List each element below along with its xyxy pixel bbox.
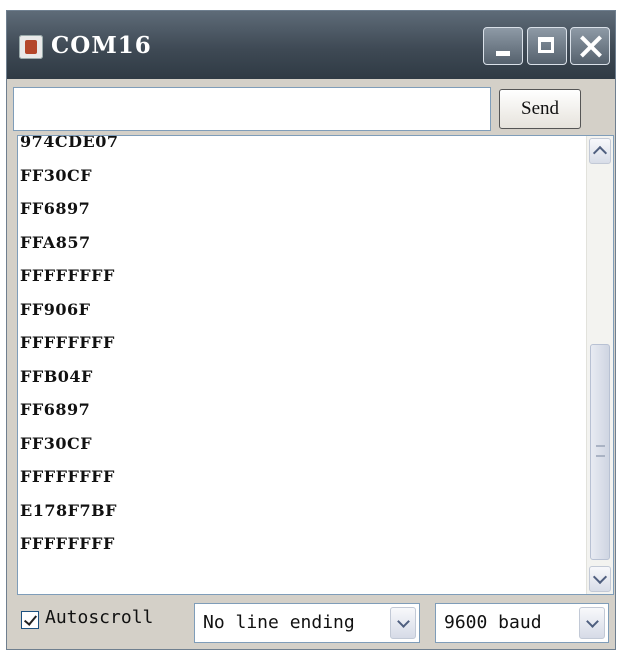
serial-monitor-window: COM16 Send 974CDE07 FF30CF FF6897 FFA857… xyxy=(6,10,616,650)
java-cup-icon xyxy=(19,35,43,59)
title-bar[interactable]: COM16 xyxy=(7,11,615,79)
output-line: FF30CF xyxy=(20,165,93,185)
chevron-down-icon[interactable] xyxy=(390,607,416,639)
close-button[interactable] xyxy=(570,27,610,65)
output-line: FF6897 xyxy=(20,400,91,419)
baud-rate-select[interactable]: 9600 baud xyxy=(435,603,609,643)
scrollbar-thumb[interactable] xyxy=(590,344,610,560)
output-line: FFA857 xyxy=(20,232,91,252)
output-line: FF30CF xyxy=(20,433,93,453)
window-title: COM16 xyxy=(51,32,152,59)
output-line: FFFFFFFF xyxy=(20,333,115,352)
output-line: FF906F xyxy=(20,299,91,319)
minimize-button[interactable] xyxy=(483,27,523,65)
send-button[interactable]: Send xyxy=(499,89,581,129)
output-line: E178F7BF xyxy=(20,500,117,520)
serial-output-area[interactable]: 974CDE07 FF30CF FF6897 FFA857 FFFFFFFF F… xyxy=(17,135,614,595)
output-line: FFB04F xyxy=(20,366,93,386)
baud-rate-value: 9600 baud xyxy=(444,612,542,633)
chevron-down-icon[interactable] xyxy=(579,607,605,639)
vertical-scrollbar[interactable] xyxy=(586,136,613,594)
output-line: FF6897 xyxy=(20,199,91,218)
output-lines: 974CDE07 FF30CF FF6897 FFA857 FFFFFFFF F… xyxy=(20,135,119,561)
output-line: FFFFFFFF xyxy=(20,266,115,285)
output-line: FFFFFFFF xyxy=(20,534,115,553)
output-line-partial: 974CDE07 xyxy=(20,135,119,151)
chevron-up-icon[interactable] xyxy=(589,138,611,164)
chevron-down-icon[interactable] xyxy=(589,566,611,592)
send-bar: Send xyxy=(7,81,615,135)
maximize-button[interactable] xyxy=(527,27,567,65)
grip-icon xyxy=(596,445,605,457)
line-ending-value: No line ending xyxy=(203,612,355,633)
autoscroll-checkbox[interactable] xyxy=(21,611,39,629)
output-line: FFFFFFFF xyxy=(20,467,115,486)
send-input[interactable] xyxy=(13,87,491,131)
autoscroll-label[interactable]: Autoscroll xyxy=(45,607,153,628)
line-ending-select[interactable]: No line ending xyxy=(194,603,420,643)
footer-controls: Autoscroll No line ending 9600 baud xyxy=(7,597,615,649)
